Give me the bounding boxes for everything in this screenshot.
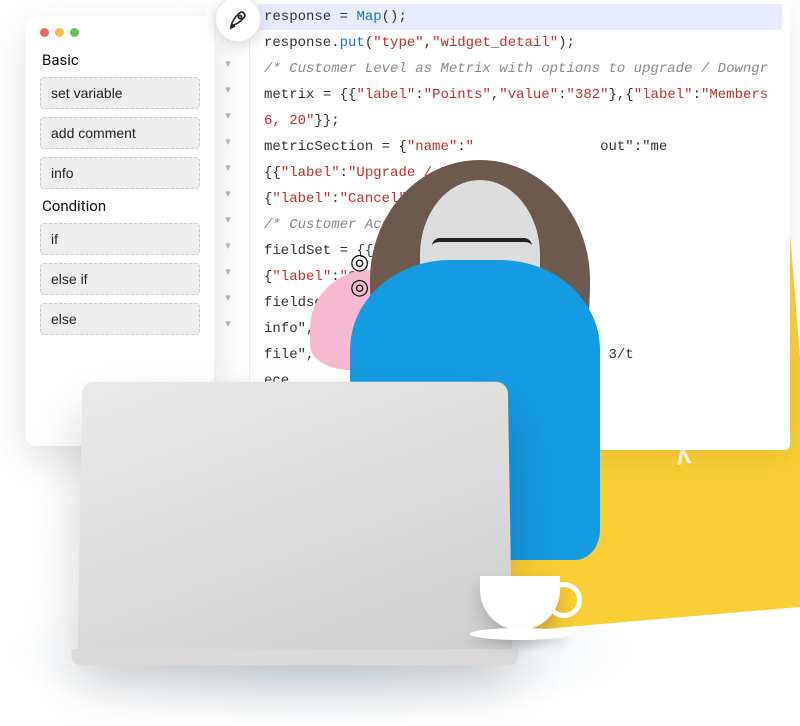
laptop <box>78 382 513 651</box>
snippet-if[interactable]: if <box>40 223 200 255</box>
snippet-set-variable[interactable]: set variable <box>40 77 200 109</box>
close-icon[interactable] <box>40 28 49 37</box>
code-line[interactable]: 6, 20"}}; <box>258 108 782 134</box>
code-line[interactable]: metrix = {{"label":"Points","value":"382… <box>258 82 782 108</box>
sidebar-heading-basic: Basic <box>42 51 200 69</box>
snippet-add-comment[interactable]: add comment <box>40 117 200 149</box>
minimize-icon[interactable] <box>55 28 64 37</box>
sidebar-heading-condition: Condition <box>42 197 200 215</box>
maximize-icon[interactable] <box>70 28 79 37</box>
window-controls <box>40 28 200 37</box>
code-line[interactable]: response.put("type","widget_detail"); <box>258 30 782 56</box>
code-line[interactable]: response = Map(); <box>258 4 782 30</box>
code-line[interactable]: /* Customer Level as Metrix with options… <box>258 56 782 82</box>
code-line[interactable]: metricSection = {"name":" out":"me <box>258 134 782 160</box>
person-illustration <box>50 260 710 680</box>
snippet-info[interactable]: info <box>40 157 200 189</box>
